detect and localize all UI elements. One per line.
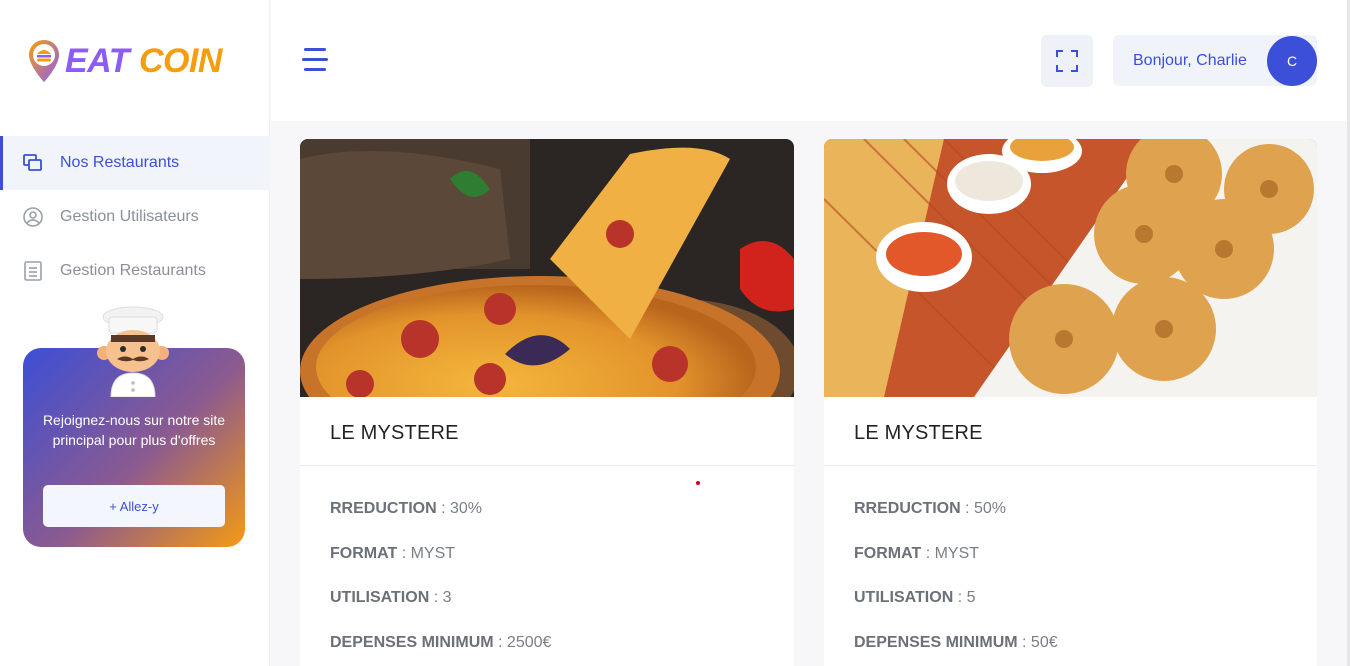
- red-dot: [696, 481, 700, 485]
- restaurant-card[interactable]: LE MYSTERE RREDUCTION : 30% FORMAT : MYS…: [300, 139, 794, 666]
- top-header: Bonjour, Charlie C: [271, 0, 1350, 121]
- sidebar-item-gestion-restaurants[interactable]: Gestion Restaurants: [0, 244, 270, 298]
- user-greeting: Bonjour, Charlie: [1133, 52, 1247, 69]
- card-title: LE MYSTERE: [854, 422, 983, 444]
- pizza-photo: [300, 139, 794, 397]
- detail-reduction: RREDUCTION : 50%: [854, 500, 1007, 517]
- logo[interactable]: EAT COIN: [27, 38, 222, 84]
- fried-donuts-photo: [824, 139, 1317, 397]
- document-list-icon: [22, 260, 44, 282]
- logo-word-eat: EAT: [65, 41, 129, 80]
- sidebar: EAT COIN Nos Restaurants Gestion Utilisat…: [0, 0, 270, 666]
- detail-depenses-minimum: DEPENSES MINIMUM : 2500€: [330, 634, 552, 651]
- sidebar-item-gestion-utilisateurs[interactable]: Gestion Utilisateurs: [0, 190, 270, 244]
- user-menu[interactable]: Bonjour, Charlie C: [1113, 35, 1317, 86]
- logo-pin-icon: [29, 40, 59, 82]
- detail-format: FORMAT : MYST: [330, 545, 456, 562]
- promo-go-button[interactable]: + Allez-y: [43, 485, 225, 527]
- promo-text: Rejoignez-nous sur notre site principal …: [42, 412, 226, 448]
- chef-illustration: [97, 306, 169, 397]
- card-title: LE MYSTERE: [330, 422, 459, 444]
- divider: [824, 465, 1317, 466]
- fullscreen-icon: [1056, 50, 1078, 72]
- detail-utilisation: UTILISATION : 3: [330, 589, 452, 606]
- logo-word-coin: COIN: [138, 41, 223, 80]
- detail-utilisation: UTILISATION : 5: [854, 589, 976, 606]
- users-circle-icon: [22, 206, 44, 228]
- avatar[interactable]: C: [1267, 36, 1317, 86]
- sidebar-nav: Nos Restaurants Gestion Utilisateurs Ges…: [0, 136, 270, 298]
- detail-depenses-minimum: DEPENSES MINIMUM : 50€: [854, 634, 1058, 651]
- restaurant-card[interactable]: LE MYSTERE RREDUCTION : 50% FORMAT : MYS…: [824, 139, 1317, 666]
- hamburger-icon[interactable]: [302, 48, 328, 72]
- detail-reduction: RREDUCTION : 30%: [330, 500, 483, 517]
- sidebar-item-label: Gestion Utilisateurs: [60, 208, 199, 225]
- sidebar-item-label: Gestion Restaurants: [60, 262, 206, 279]
- detail-format: FORMAT : MYST: [854, 545, 980, 562]
- divider: [300, 465, 794, 466]
- fullscreen-button[interactable]: [1041, 35, 1093, 87]
- sidebar-item-label: Nos Restaurants: [60, 154, 180, 171]
- windows-icon: [22, 152, 44, 174]
- sidebar-item-nos-restaurants[interactable]: Nos Restaurants: [0, 136, 270, 190]
